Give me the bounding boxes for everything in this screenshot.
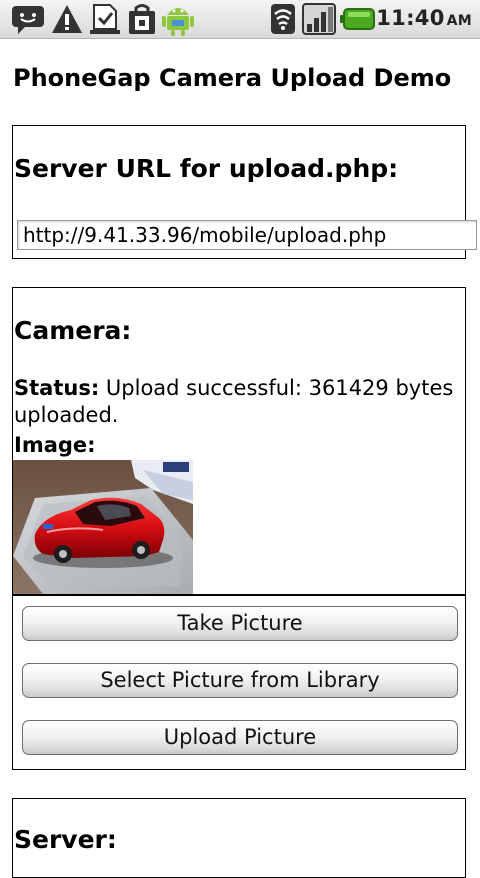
status-bar: 11:40 AM [0, 0, 480, 39]
status-label: Status: [14, 376, 100, 400]
page-title: PhoneGap Camera Upload Demo [13, 64, 452, 92]
battery-icon [340, 7, 376, 35]
signal-icon [302, 3, 336, 39]
select-picture-button[interactable]: Select Picture from Library [22, 663, 458, 698]
wifi-icon [270, 3, 296, 39]
captured-photo [13, 460, 193, 594]
image-label: Image: [14, 433, 96, 457]
clock-ampm: AM [446, 13, 472, 29]
camera-panel: Camera: Status: Upload successful: 36142… [12, 287, 466, 596]
android-icon [160, 3, 196, 41]
server-heading: Server: [14, 825, 117, 854]
camera-heading: Camera: [14, 316, 132, 345]
shopping-bag-icon [126, 3, 158, 39]
server-url-panel: Server URL for upload.php: [12, 125, 477, 259]
clock: 11:40 AM [376, 6, 472, 30]
chat-icon [10, 3, 46, 39]
take-picture-button[interactable]: Take Picture [22, 606, 458, 641]
server-url-heading: Server URL for upload.php: [14, 154, 399, 183]
server-panel: Server: [12, 798, 466, 878]
server-url-input[interactable] [17, 220, 477, 250]
download-done-icon [88, 3, 122, 39]
upload-picture-button[interactable]: Upload Picture [22, 720, 458, 755]
upload-status: Status: Upload successful: 361429 bytes … [14, 375, 464, 429]
clock-time: 11:40 [376, 6, 445, 30]
warning-icon [50, 3, 84, 39]
camera-actions-panel: Take Picture Select Picture from Library… [12, 596, 466, 770]
